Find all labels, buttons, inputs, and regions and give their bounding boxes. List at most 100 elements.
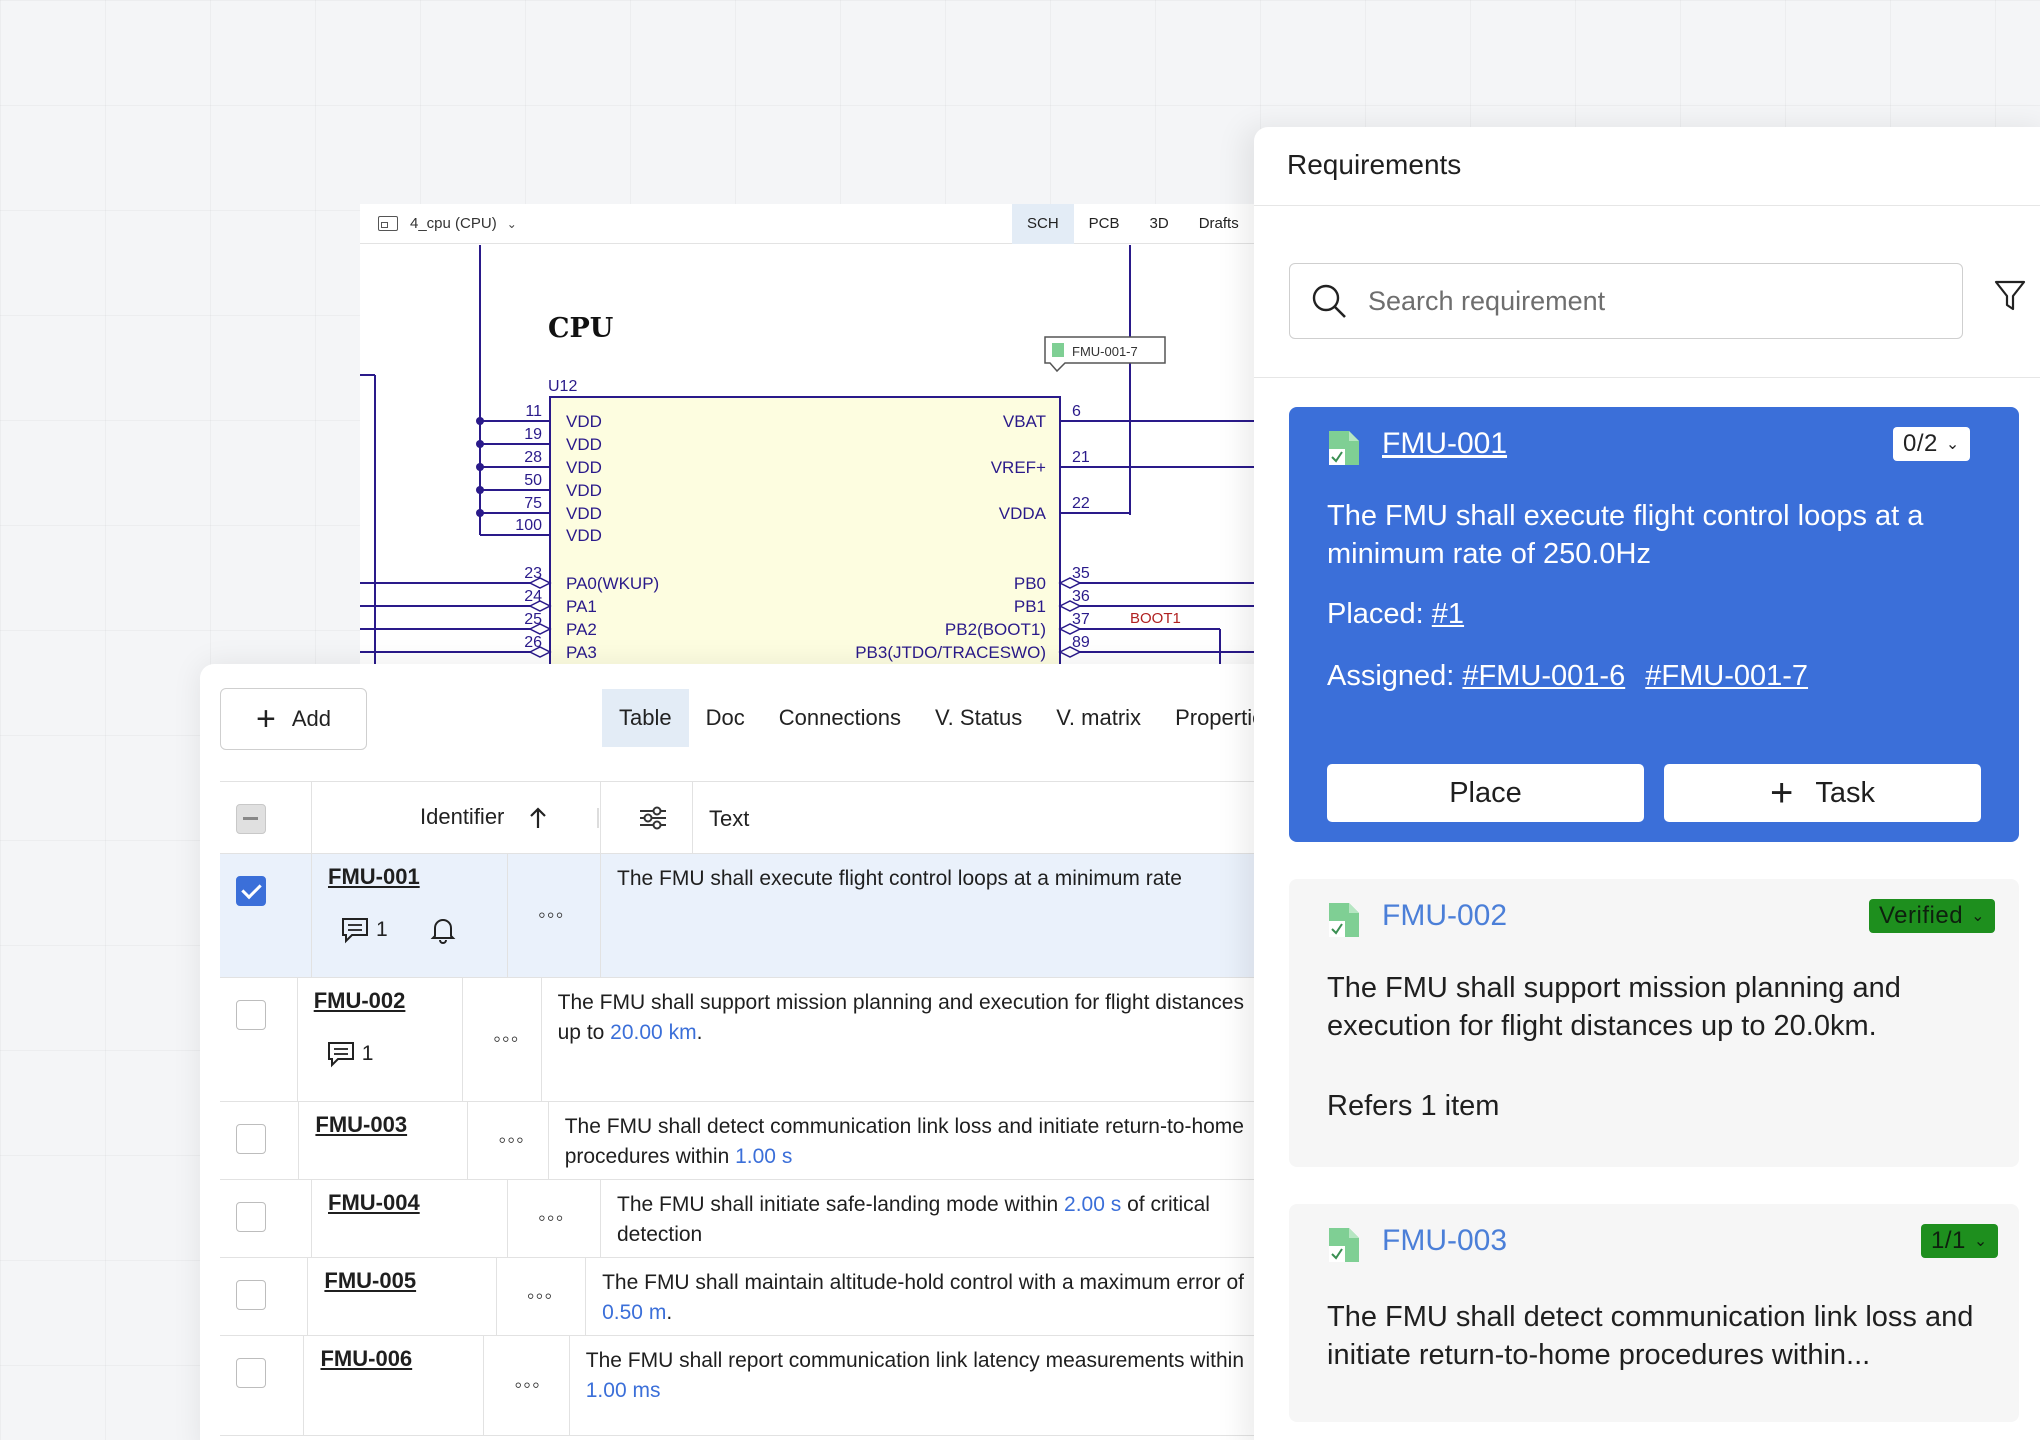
- requirement-id-link[interactable]: FMU-005: [324, 1268, 416, 1294]
- table-row[interactable]: FMU-006 ◦◦◦ The FMU shall report communica…: [220, 1336, 1260, 1436]
- row-checkbox[interactable]: [236, 1202, 266, 1232]
- unit: s: [1110, 1193, 1122, 1216]
- identifier-column-header[interactable]: Identifier: [420, 804, 504, 830]
- requirement-text-cell[interactable]: The FMU shall report communication link …: [570, 1336, 1260, 1435]
- unit: m: [648, 1301, 667, 1324]
- row-checkbox[interactable]: [236, 1000, 266, 1030]
- row-checkbox[interactable]: [236, 1280, 266, 1310]
- pin-name: PA1: [566, 597, 597, 616]
- assigned-link[interactable]: #FMU-001-7: [1645, 660, 1808, 692]
- sort-ascending-icon[interactable]: [528, 806, 548, 830]
- tab-v-matrix[interactable]: V. matrix: [1039, 689, 1158, 747]
- row-checkbox[interactable]: [236, 1358, 266, 1388]
- unit: s: [781, 1145, 793, 1168]
- text-part: The FMU shall support mission planning a…: [557, 991, 1244, 1014]
- more-actions-icon[interactable]: ◦◦◦: [514, 1372, 540, 1398]
- assigned-link[interactable]: #FMU-001-6: [1462, 660, 1625, 692]
- requirement-text: The FMU shall detect communication link …: [1327, 1301, 1974, 1371]
- requirement-card-fmu-003[interactable]: FMU-003 1/1 ⌄ The FMU shall detect commu…: [1289, 1204, 2019, 1422]
- requirement-id-link[interactable]: FMU-006: [320, 1346, 412, 1372]
- text-column-header[interactable]: Text: [709, 804, 749, 834]
- value[interactable]: 0.50: [602, 1301, 643, 1324]
- place-button[interactable]: Place: [1327, 764, 1644, 822]
- more-actions-icon[interactable]: ◦◦◦: [493, 1026, 519, 1052]
- pin-name: PB0: [1014, 574, 1046, 593]
- column-settings-icon[interactable]: [638, 805, 668, 831]
- schematic-canvas[interactable]: FMU-001-7 CPU U12 BOOT1 11 VDD 19 VDD 28 VDD 5…: [360, 245, 1260, 664]
- value[interactable]: 1.00: [586, 1379, 627, 1402]
- sheet-selector[interactable]: 4_cpu (CPU): [410, 215, 497, 232]
- table-row[interactable]: FMU-001 1 ◦◦◦ The FMU shall execute flight …: [220, 854, 1260, 978]
- add-task-button[interactable]: + Task: [1664, 764, 1981, 822]
- text-part: The FMU shall report communication link …: [585, 1349, 1244, 1372]
- requirement-text-cell[interactable]: The FMU shall execute flight control loo…: [601, 854, 1260, 977]
- view-tab-3d[interactable]: 3D: [1135, 204, 1184, 244]
- row-meta: 1: [340, 916, 456, 944]
- pin-number: 36: [1072, 588, 1090, 605]
- table-row[interactable]: FMU-002 1 ◦◦◦ The FMU shall support mission…: [220, 978, 1260, 1102]
- row-checkbox[interactable]: [236, 1124, 266, 1154]
- table-row[interactable]: FMU-003 ◦◦◦ The FMU shall detect communica…: [220, 1102, 1260, 1180]
- component-designator: U12: [548, 378, 577, 395]
- comment-icon[interactable]: [340, 916, 370, 944]
- tab-doc[interactable]: Doc: [689, 689, 762, 747]
- view-tab-drafts[interactable]: Drafts: [1184, 204, 1254, 244]
- requirement-card-fmu-001[interactable]: FMU-001 0/2 ⌄ The FMU shall execute flig…: [1289, 407, 2019, 842]
- value[interactable]: 20.00: [610, 1021, 663, 1044]
- view-tab-sch[interactable]: SCH: [1012, 204, 1074, 244]
- chevron-down-icon[interactable]: ⌄: [507, 217, 517, 231]
- sheet-icon: [378, 216, 398, 231]
- requirement-id-link[interactable]: FMU-004: [328, 1190, 420, 1216]
- text-part: up to: [557, 1021, 611, 1044]
- pin-number: 100: [515, 517, 542, 534]
- task-count-dropdown[interactable]: 0/2 ⌄: [1893, 427, 1970, 461]
- pin-number: 35: [1072, 565, 1090, 582]
- row-checkbox[interactable]: [236, 876, 266, 906]
- comment-icon[interactable]: [326, 1040, 356, 1068]
- placed-line: Placed: #1: [1327, 595, 1464, 633]
- table-row[interactable]: FMU-004 ◦◦◦ The FMU shall initiate safe-la…: [220, 1180, 1260, 1258]
- bell-icon[interactable]: [430, 916, 456, 944]
- requirement-id-link[interactable]: FMU-001: [328, 864, 420, 890]
- more-actions-icon[interactable]: ◦◦◦: [498, 1127, 524, 1153]
- tab-v-status[interactable]: V. Status: [918, 689, 1039, 747]
- value[interactable]: 1.00: [735, 1145, 776, 1168]
- filter-icon[interactable]: [1994, 279, 2026, 313]
- text-part: procedures within: [564, 1145, 736, 1168]
- placed-link[interactable]: #1: [1432, 598, 1464, 630]
- table-row[interactable]: FMU-005 ◦◦◦ The FMU shall maintain altitud…: [220, 1258, 1260, 1336]
- requirement-text-cell[interactable]: The FMU shall support mission planning a…: [542, 978, 1260, 1101]
- search-requirement-input[interactable]: Search requirement: [1289, 263, 1963, 339]
- requirement-id-link[interactable]: FMU-002: [1382, 899, 1507, 933]
- requirement-text-cell[interactable]: The FMU shall detect communication link …: [549, 1102, 1260, 1179]
- requirement-id-link[interactable]: FMU-002: [314, 988, 406, 1014]
- tab-table[interactable]: Table: [602, 689, 689, 747]
- more-actions-icon[interactable]: ◦◦◦: [538, 902, 564, 928]
- pin-name: VREF+: [991, 458, 1046, 477]
- value[interactable]: 2.00: [1064, 1193, 1105, 1216]
- requirement-id-link[interactable]: FMU-001: [1382, 427, 1507, 461]
- requirement-text-cell[interactable]: The FMU shall maintain altitude-hold con…: [586, 1258, 1260, 1335]
- view-tab-pcb[interactable]: PCB: [1074, 204, 1135, 244]
- assigned-label: Assigned:: [1327, 660, 1455, 692]
- task-count-dropdown[interactable]: 1/1 ⌄: [1921, 1224, 1998, 1258]
- requirement-id-link[interactable]: FMU-003: [1382, 1224, 1507, 1258]
- requirement-text-cell[interactable]: The FMU shall initiate safe-landing mode…: [601, 1180, 1260, 1257]
- chevron-down-icon: ⌄: [1971, 908, 1985, 925]
- schematic-tag-label[interactable]: FMU-001-7: [1072, 344, 1138, 359]
- select-all-checkbox[interactable]: [236, 804, 266, 834]
- task-count: 1/1: [1931, 1227, 1966, 1254]
- pin-name: PB3(JTDO/TRACESWO): [855, 643, 1046, 662]
- tab-connections[interactable]: Connections: [762, 689, 918, 747]
- schematic-toolbar: 4_cpu (CPU) ⌄ SCH PCB 3D Drafts: [360, 204, 1260, 244]
- more-actions-icon[interactable]: ◦◦◦: [527, 1283, 553, 1309]
- requirement-doc-icon: [1329, 903, 1359, 937]
- text-part: .: [696, 1021, 703, 1044]
- more-actions-icon[interactable]: ◦◦◦: [538, 1205, 564, 1231]
- requirement-card-fmu-002[interactable]: FMU-002 Verified ⌄ The FMU shall support…: [1289, 879, 2019, 1167]
- requirement-id-link[interactable]: FMU-003: [315, 1112, 407, 1138]
- pin-name: VDD: [566, 526, 602, 545]
- add-button[interactable]: + Add: [220, 688, 367, 750]
- status-badge-dropdown[interactable]: Verified ⌄: [1869, 899, 1995, 933]
- status-badge: Verified: [1879, 902, 1964, 929]
